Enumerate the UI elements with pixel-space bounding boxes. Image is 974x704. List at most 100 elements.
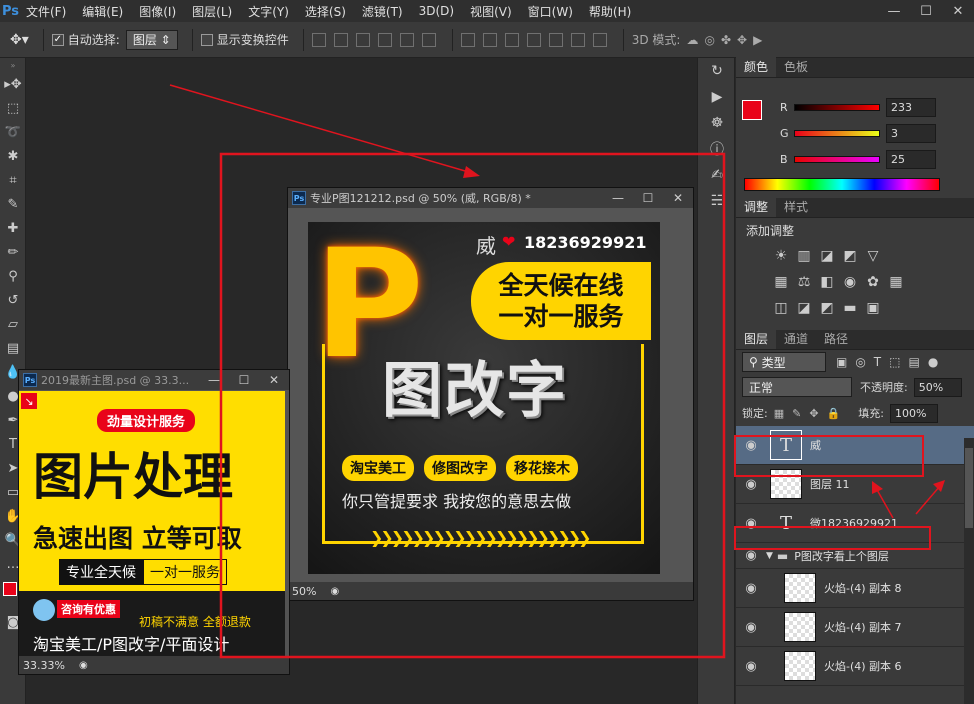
layer-row[interactable]: ◉ 火焰-(4) 副本 6: [736, 647, 974, 686]
lock-icons[interactable]: ▦✎✥🔒: [774, 407, 849, 420]
menu-image[interactable]: 图像(I): [139, 3, 176, 20]
gradient-map-icon[interactable]: ▬: [839, 299, 861, 317]
status-menu-icon[interactable]: ◉: [330, 586, 339, 597]
blend-mode-dropdown[interactable]: 正常: [742, 377, 852, 397]
eye-icon[interactable]: ◉: [736, 438, 766, 453]
eraser-icon[interactable]: ▱: [0, 312, 26, 336]
foreground-swatch[interactable]: [3, 582, 17, 596]
red-value[interactable]: 233: [886, 97, 936, 117]
menu-select[interactable]: 选择(S): [305, 3, 346, 20]
foreground-color-swatch[interactable]: [742, 100, 762, 120]
tool-preset-icon[interactable]: ☵: [698, 188, 736, 214]
move-tool-icon[interactable]: ✥▾: [10, 32, 29, 48]
tab-swatches[interactable]: 色板: [776, 56, 816, 77]
auto-select-checkbox[interactable]: ✓ 自动选择:: [51, 31, 120, 48]
eye-icon[interactable]: ◉: [736, 659, 766, 674]
zoom-level[interactable]: 33.33%: [23, 659, 65, 672]
zoom-level[interactable]: 50%: [292, 585, 316, 598]
menu-window[interactable]: 窗口(W): [528, 3, 573, 20]
brush-preset-icon[interactable]: ✍: [698, 162, 736, 188]
red-slider[interactable]: [794, 103, 880, 111]
balance-icon[interactable]: ⚖: [793, 273, 815, 291]
3d-slide-icon[interactable]: ✥: [737, 33, 747, 47]
properties-icon[interactable]: ☸: [698, 110, 736, 136]
maximize-icon[interactable]: ☐: [633, 188, 663, 208]
distribute-bottom-icon[interactable]: [504, 32, 519, 47]
menu-3d[interactable]: 3D(D): [419, 4, 454, 18]
status-menu-icon[interactable]: ◉: [79, 660, 88, 671]
selective-color-icon[interactable]: ▣: [862, 299, 884, 317]
tab-styles[interactable]: 样式: [776, 196, 816, 217]
lookup-icon[interactable]: ▦: [885, 273, 907, 291]
menu-file[interactable]: 文件(F): [26, 3, 66, 20]
magic-wand-icon[interactable]: ✱: [0, 144, 26, 168]
history-brush-icon[interactable]: ↺: [0, 288, 26, 312]
layer-row[interactable]: ◉ 火焰-(4) 副本 7: [736, 608, 974, 647]
healing-brush-icon[interactable]: ✚: [0, 216, 26, 240]
distribute-vcenter-icon[interactable]: [482, 32, 497, 47]
second-document-window[interactable]: Ps 2019最新主图.psd @ 33.3... — ☐ ✕ ↘ 劲量设计服务 图…: [18, 369, 290, 675]
tab-color[interactable]: 颜色: [736, 56, 777, 77]
menu-help[interactable]: 帮助(H): [589, 3, 631, 20]
align-bottom-icon[interactable]: [355, 32, 370, 47]
curves-icon[interactable]: ◪: [816, 247, 838, 265]
layers-scrollbar[interactable]: [964, 438, 974, 704]
invert-icon[interactable]: ◫: [770, 299, 792, 317]
layer-row[interactable]: ◉ T 威: [736, 426, 974, 465]
menu-layer[interactable]: 图层(L): [192, 3, 232, 20]
fill-value[interactable]: 100%: [889, 403, 938, 423]
scroll-thumb[interactable]: [965, 448, 973, 528]
artwork-canvas[interactable]: P 威 ❤ 18236929921 全天候在线 一对一服务 图改字 淘宝美工 修…: [308, 222, 660, 574]
vibrance-icon[interactable]: ▽: [862, 247, 884, 265]
close-icon[interactable]: ✕: [259, 370, 289, 390]
minimize-icon[interactable]: —: [199, 370, 229, 390]
eye-icon[interactable]: ◉: [736, 620, 766, 635]
show-transform-checkbox[interactable]: 显示变换控件: [200, 31, 289, 48]
align-vcenter-icon[interactable]: [333, 32, 348, 47]
color-spectrum[interactable]: [744, 178, 940, 191]
align-right-icon[interactable]: [421, 32, 436, 47]
hue-icon[interactable]: ▦: [770, 273, 792, 291]
menu-view[interactable]: 视图(V): [470, 3, 512, 20]
document-titlebar[interactable]: Ps 2019最新主图.psd @ 33.3... — ☐ ✕: [19, 370, 289, 390]
blue-slider[interactable]: [794, 155, 880, 163]
distribute-hcenter-icon[interactable]: [548, 32, 563, 47]
3d-pan-icon[interactable]: ✤: [721, 33, 731, 47]
eye-icon[interactable]: ◉: [736, 581, 766, 596]
exposure-icon[interactable]: ◩: [839, 247, 861, 265]
align-hcenter-icon[interactable]: [399, 32, 414, 47]
gradient-tool-icon[interactable]: ▤: [0, 336, 26, 360]
align-left-icon[interactable]: [377, 32, 392, 47]
move-tool-icon[interactable]: ▸✥: [0, 72, 26, 96]
align-top-icon[interactable]: [311, 32, 326, 47]
history-icon[interactable]: ↻: [698, 58, 736, 84]
menu-filter[interactable]: 滤镜(T): [362, 3, 403, 20]
artwork-canvas-2[interactable]: ↘ 劲量设计服务 图片处理 急速出图 立等可取 专业全天候 一对一服务 咨询有优…: [19, 391, 285, 658]
mixer-icon[interactable]: ✿: [862, 273, 884, 291]
brush-tool-icon[interactable]: ✏: [0, 240, 26, 264]
document-titlebar[interactable]: Ps 专业P图121212.psd @ 50% (威, RGB/8) * — ☐ ✕: [288, 188, 693, 208]
opacity-value[interactable]: 50%: [913, 377, 962, 397]
eye-icon[interactable]: ◉: [736, 477, 766, 492]
eye-icon[interactable]: ◉: [736, 516, 766, 531]
threshold-icon[interactable]: ◩: [816, 299, 838, 317]
canvas-area[interactable]: P 威 ❤ 18236929921 全天候在线 一对一服务 图改字 淘宝美工 修…: [288, 208, 693, 582]
3d-scale-icon[interactable]: ▶: [753, 33, 762, 47]
maximize-icon[interactable]: ☐: [910, 0, 942, 22]
lasso-tool-icon[interactable]: ➰: [0, 120, 26, 144]
distribute-top-icon[interactable]: [460, 32, 475, 47]
eye-icon[interactable]: ◉: [736, 548, 766, 563]
auto-select-dropdown[interactable]: 图层 ⇕: [125, 29, 178, 50]
posterize-icon[interactable]: ◪: [793, 299, 815, 317]
main-document-window[interactable]: Ps 专业P图121212.psd @ 50% (威, RGB/8) * — ☐ ✕…: [287, 187, 694, 601]
photo-filter-icon[interactable]: ◉: [839, 273, 861, 291]
close-icon[interactable]: ✕: [942, 0, 974, 22]
actions-icon[interactable]: ▶: [698, 84, 736, 110]
layer-row[interactable]: ◉ 火焰-(4) 副本 8: [736, 569, 974, 608]
auto-align-icon[interactable]: [592, 32, 607, 47]
layer-row[interactable]: ◉ T 微18236929921: [736, 504, 974, 543]
brightness-icon[interactable]: ☀: [770, 247, 792, 265]
minimize-icon[interactable]: —: [603, 188, 633, 208]
tab-adjustments[interactable]: 调整: [736, 196, 777, 217]
blue-value[interactable]: 25: [886, 149, 936, 169]
